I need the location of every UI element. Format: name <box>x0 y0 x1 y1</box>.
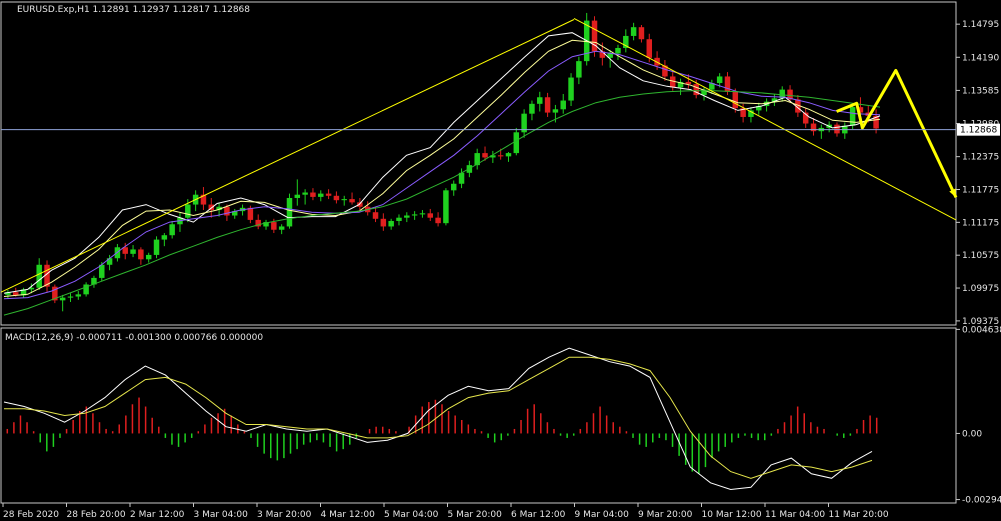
x-tick-label: 9 Mar 04:00 <box>575 510 630 520</box>
x-tick-label: 28 Feb 2020 <box>3 510 59 520</box>
price-chart-title: EURUSD.Exp,H1 1.12891 1.12937 1.12817 1.… <box>17 5 250 15</box>
candle[interactable] <box>443 190 449 224</box>
current-price-label: 1.12868 <box>960 126 997 136</box>
x-tick-label: 4 Mar 12:00 <box>321 510 376 520</box>
price-y-tick-label: 1.11175 <box>962 218 999 228</box>
candle[interactable] <box>185 204 191 218</box>
candle[interactable] <box>482 153 488 158</box>
candle[interactable] <box>552 109 559 113</box>
candle[interactable] <box>145 254 152 260</box>
candle[interactable] <box>271 222 277 230</box>
candle[interactable] <box>638 27 645 40</box>
candle[interactable] <box>427 213 434 218</box>
candle[interactable] <box>59 297 66 301</box>
candle[interactable] <box>99 264 105 278</box>
candle[interactable] <box>302 192 308 195</box>
candle[interactable] <box>505 153 512 157</box>
chart-window[interactable]: 1.147951.141901.135851.129801.123751.117… <box>0 0 1001 521</box>
candle[interactable] <box>153 239 160 255</box>
x-tick-label: 5 Mar 20:00 <box>448 510 503 520</box>
candle[interactable] <box>106 258 113 265</box>
price-y-tick-label: 1.09975 <box>962 284 999 294</box>
chart-background <box>0 0 1001 521</box>
price-y-tick-label: 1.13585 <box>962 86 999 96</box>
candle[interactable] <box>325 193 332 196</box>
candle[interactable] <box>513 132 520 154</box>
candle[interactable] <box>224 206 230 216</box>
x-tick-label: 10 Mar 12:00 <box>702 510 762 520</box>
x-tick-label: 9 Mar 20:00 <box>638 510 693 520</box>
x-tick-label: 2 Mar 12:00 <box>130 510 185 520</box>
macd-y-tick-label: -0.002947 <box>962 496 1001 506</box>
candle[interactable] <box>333 195 340 201</box>
candle[interactable] <box>247 207 254 220</box>
candle[interactable] <box>341 199 347 201</box>
candle[interactable] <box>497 155 504 157</box>
candle[interactable] <box>161 235 168 240</box>
candle[interactable] <box>75 294 82 297</box>
candle[interactable] <box>404 215 410 218</box>
candle[interactable] <box>849 107 856 126</box>
candle[interactable] <box>537 97 543 104</box>
candle[interactable] <box>36 264 42 288</box>
candle[interactable] <box>294 194 301 198</box>
candle[interactable] <box>411 214 418 216</box>
price-chart[interactable]: 1.147951.141901.135851.129801.123751.117… <box>0 0 1001 521</box>
candle[interactable] <box>450 183 457 191</box>
candle[interactable] <box>834 124 840 134</box>
macd-title: MACD(12,26,9) -0.000711 -0.001300 0.0007… <box>5 333 263 343</box>
price-y-tick-label: 1.12375 <box>962 153 999 163</box>
candle[interactable] <box>576 61 582 78</box>
macd-y-tick-label: 0.00 <box>962 429 982 439</box>
candle[interactable] <box>560 100 566 110</box>
candle[interactable] <box>388 220 394 227</box>
candle[interactable] <box>396 217 402 221</box>
candle[interactable] <box>169 224 175 236</box>
candle[interactable] <box>380 218 387 227</box>
macd-y-tick-label: 0.004638 <box>962 325 1001 335</box>
candle[interactable] <box>318 193 324 197</box>
x-tick-label: 28 Feb 20:00 <box>67 510 126 520</box>
candle[interactable] <box>138 249 144 260</box>
candle[interactable] <box>278 226 285 230</box>
candle[interactable] <box>67 296 74 298</box>
candle[interactable] <box>419 213 426 215</box>
candle[interactable] <box>349 199 355 203</box>
candle[interactable] <box>372 212 379 219</box>
candle[interactable] <box>435 217 441 224</box>
candle[interactable] <box>630 27 637 36</box>
x-tick-label: 3 Mar 04:00 <box>194 510 249 520</box>
candle[interactable] <box>615 47 621 54</box>
price-y-tick-label: 1.14190 <box>962 53 999 63</box>
candle[interactable] <box>646 39 653 58</box>
candle[interactable] <box>568 77 574 101</box>
x-tick-label: 3 Mar 20:00 <box>257 510 312 520</box>
candle[interactable] <box>732 91 739 109</box>
price-y-tick-label: 1.10575 <box>962 251 999 261</box>
price-y-tick-label: 1.11775 <box>962 186 999 196</box>
candle[interactable] <box>544 97 551 113</box>
x-tick-label: 11 Mar 04:00 <box>765 510 825 520</box>
candle[interactable] <box>310 192 316 197</box>
candle[interactable] <box>130 249 136 254</box>
candle[interactable] <box>286 197 293 227</box>
price-y-tick-label: 1.14795 <box>962 20 999 30</box>
x-tick-label: 11 Mar 20:00 <box>829 510 889 520</box>
x-tick-label: 6 Mar 12:00 <box>511 510 566 520</box>
candle[interactable] <box>716 76 723 84</box>
candle[interactable] <box>529 103 535 114</box>
x-tick-label: 5 Mar 04:00 <box>384 510 439 520</box>
